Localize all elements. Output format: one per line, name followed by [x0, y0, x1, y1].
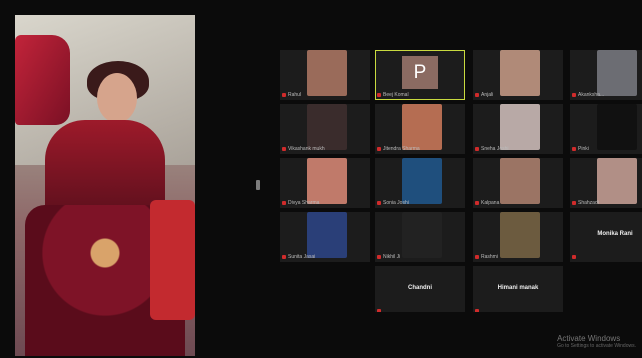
muted-mic-icon [475, 255, 479, 259]
muted-mic-icon [572, 255, 576, 259]
muted-mic-icon [377, 201, 381, 205]
active-speaker-video[interactable] [15, 15, 195, 356]
participant-video [307, 158, 347, 204]
participant-video [402, 212, 442, 258]
participant-name: Himani manak [497, 285, 539, 291]
participant-name: Vikashank mukh [288, 146, 325, 152]
participant-tile[interactable]: Jitendra Sharma [375, 104, 465, 154]
muted-mic-icon [572, 147, 576, 151]
participant-name: Anjali [481, 92, 494, 98]
red-chair [150, 200, 195, 320]
muted-mic-icon [475, 309, 479, 312]
participant-video [307, 50, 347, 96]
participant-name: Rahul [288, 92, 302, 98]
participant-name: Beej Komal [383, 92, 409, 98]
participant-tile[interactable]: P Beej Komal [375, 50, 465, 100]
muted-mic-icon [572, 93, 576, 97]
participant-video [597, 50, 637, 96]
muted-mic-icon [572, 201, 576, 205]
muted-mic-icon [475, 93, 479, 97]
watermark-subtitle: Go to Settings to activate Windows. [557, 343, 636, 349]
participant-name: Sunita Jasai [288, 254, 316, 260]
participant-avatar: P [402, 56, 438, 89]
muted-mic-icon [282, 93, 286, 97]
participant-name: Jitendra Sharma [383, 146, 420, 152]
participant-tile[interactable]: Akanksha... [570, 50, 642, 100]
participant-tile[interactable]: Chandni [375, 266, 465, 312]
participant-name: Sneha Joshi [481, 146, 509, 152]
participant-tile[interactable]: Pinki [570, 104, 642, 154]
participant-name: Sonia Joshi [383, 200, 409, 206]
participant-tile[interactable]: Rashmi [473, 212, 563, 262]
participant-name: Chandni [408, 285, 432, 291]
participant-tile[interactable]: Nikhil Ji [375, 212, 465, 262]
participant-tile[interactable]: Sonia Joshi [375, 158, 465, 208]
participant-name: Akanksha... [578, 92, 605, 98]
participant-name: Divya Sharma [288, 200, 320, 206]
participant-tile[interactable]: Anjali [473, 50, 563, 100]
participant-video [500, 212, 540, 258]
participant-video [402, 104, 442, 150]
participant-tile[interactable]: Monika Rani [570, 212, 642, 262]
participant-name: Monika Rani [597, 231, 633, 237]
participant-video [500, 50, 540, 96]
muted-mic-icon [475, 147, 479, 151]
muted-mic-icon [282, 255, 286, 259]
participant-name: Shahzadi [578, 200, 599, 206]
scroll-left-arrow-icon[interactable] [256, 180, 260, 190]
muted-mic-icon [377, 93, 381, 97]
muted-mic-icon [282, 201, 286, 205]
participant-grid: Rahul P Beej Komal Anjali Akanksha... Vikasha… [280, 50, 642, 312]
video-call-screen: Rahul P Beej Komal Anjali Akanksha... Vikasha… [0, 0, 642, 358]
muted-mic-icon [377, 309, 381, 312]
muted-mic-icon [377, 255, 381, 259]
participant-tile[interactable]: Kalpana [473, 158, 563, 208]
activate-windows-watermark: Activate Windows Go to Settings to activ… [557, 334, 636, 349]
participant-tile[interactable]: Sneha Joshi [473, 104, 563, 154]
speaker-face [97, 73, 137, 123]
participant-tile[interactable]: Himani manak [473, 266, 563, 312]
participant-video [500, 158, 540, 204]
participant-video [500, 104, 540, 150]
participant-tile[interactable]: Vikashank mukh [280, 104, 370, 154]
muted-mic-icon [282, 147, 286, 151]
participant-name: Kalpana [481, 200, 500, 206]
participant-video [597, 158, 637, 204]
participant-tile[interactable]: Shahzadi [570, 158, 642, 208]
participant-tile[interactable]: Rahul [280, 50, 370, 100]
participant-tile[interactable]: Divya Sharma [280, 158, 370, 208]
participant-video [307, 104, 347, 150]
participant-tile[interactable]: Sunita Jasai [280, 212, 370, 262]
participant-video [307, 212, 347, 258]
participant-name: Rashmi [481, 254, 498, 260]
muted-mic-icon [475, 201, 479, 205]
participant-video [597, 104, 637, 150]
red-curtain [15, 35, 70, 125]
watermark-title: Activate Windows [557, 334, 621, 343]
participant-name: Nikhil Ji [383, 254, 401, 260]
participant-name: Pinki [578, 146, 589, 152]
muted-mic-icon [377, 147, 381, 151]
participant-video [402, 158, 442, 204]
